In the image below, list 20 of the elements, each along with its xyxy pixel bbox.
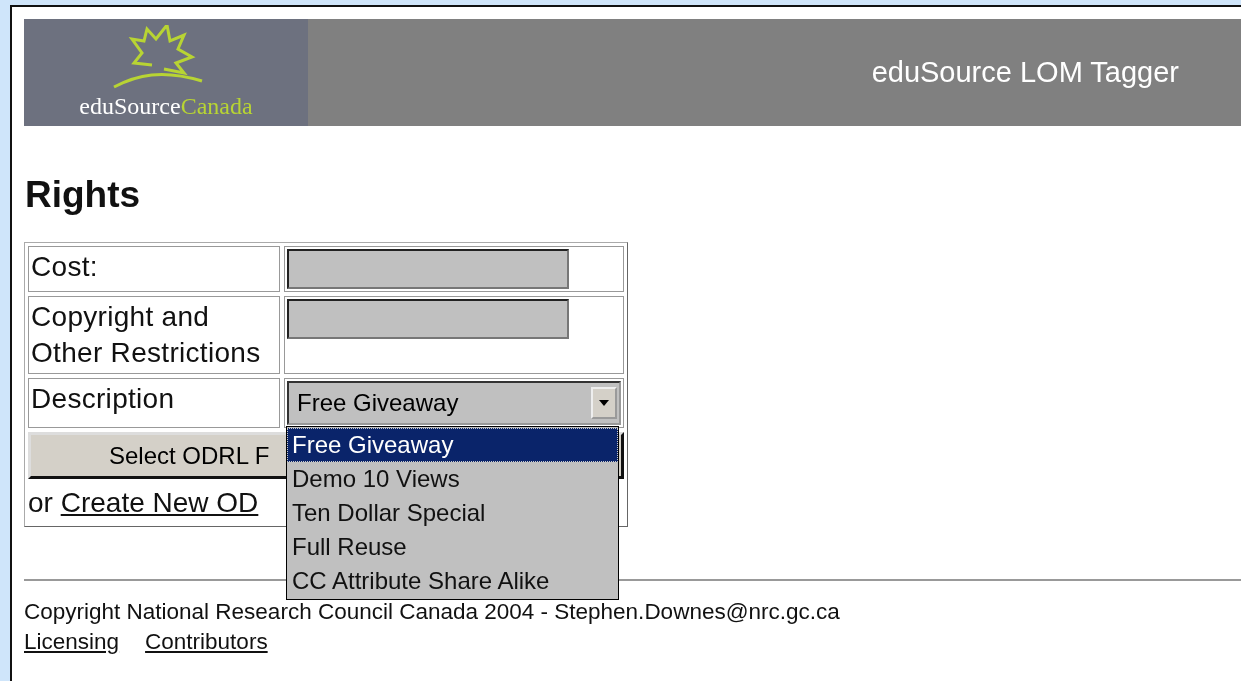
field-label: Copyright and Other Restrictions bbox=[28, 296, 280, 374]
dropdown-option[interactable]: Free Giveaway bbox=[287, 428, 618, 462]
create-link[interactable]: Create New OD bbox=[60, 487, 259, 518]
dropdown-option[interactable]: Ten Dollar Special bbox=[287, 496, 618, 530]
copyright-text: Copyright National Research Council Canada 2004 - Stephen.Downes@nrc.gc.ca bbox=[24, 599, 841, 625]
dropdown-option[interactable]: Demo 10 Views bbox=[287, 462, 618, 496]
field-label: Description bbox=[28, 378, 280, 428]
description-dropdown[interactable]: Free Giveaway bbox=[287, 381, 621, 425]
page-heading: Rights bbox=[25, 174, 142, 216]
or-text: or bbox=[28, 487, 53, 518]
input-field[interactable] bbox=[287, 249, 569, 289]
logo-text: eduSourceCanada bbox=[79, 93, 253, 120]
input-field[interactable] bbox=[287, 299, 569, 339]
caret-icon bbox=[599, 400, 609, 406]
footer-link[interactable]: Contributors bbox=[145, 629, 268, 655]
footer-link[interactable]: Licensing bbox=[24, 629, 120, 655]
field-label: Cost: bbox=[28, 246, 280, 292]
dropdown-option[interactable]: CC Attribute Share Alike bbox=[287, 564, 618, 598]
dropdown-option[interactable]: Full Reuse bbox=[287, 530, 618, 564]
app-title: eduSource LOM Tagger bbox=[871, 56, 1179, 89]
